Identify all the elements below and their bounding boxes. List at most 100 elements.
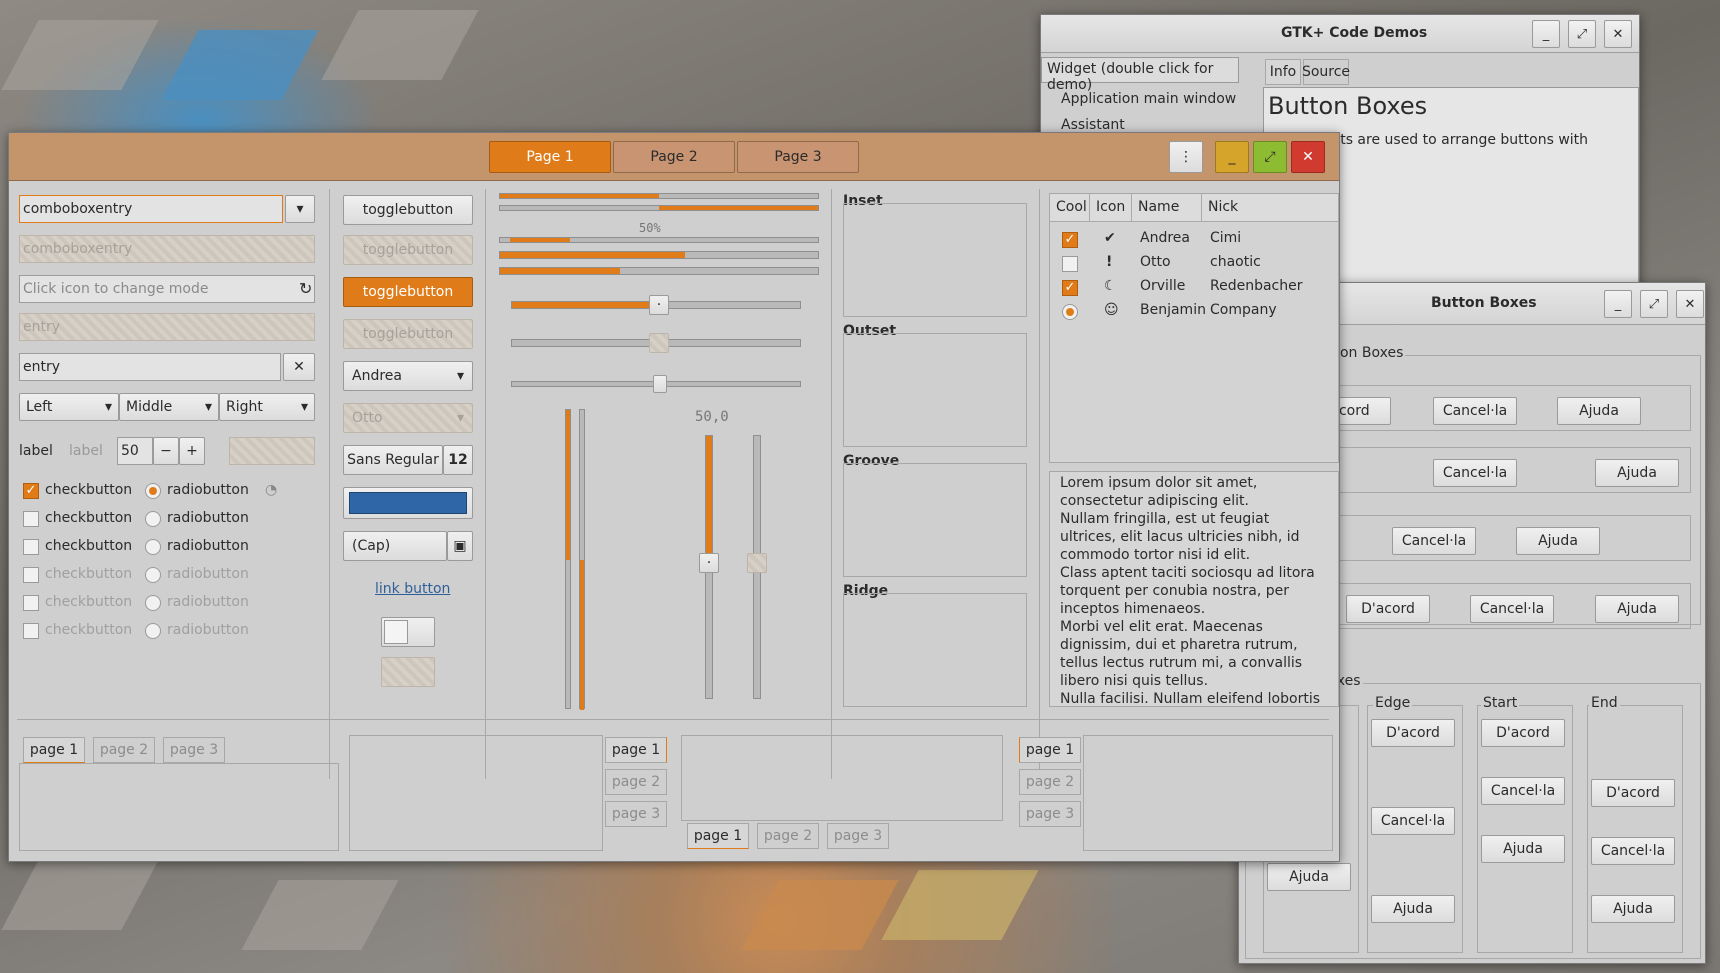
checkbox[interactable]: ✓	[1062, 232, 1078, 248]
notebook-tab[interactable]: page 3	[605, 801, 667, 827]
maximize-button[interactable]: ⤢	[1253, 141, 1287, 173]
checkbox[interactable]: ✓	[23, 483, 39, 499]
notebook-tab[interactable]: page 3	[1019, 801, 1081, 827]
text-view[interactable]: Lorem ipsum dolor sit amet, consectetur …	[1049, 471, 1339, 707]
minimize-button[interactable]: _	[1604, 290, 1632, 318]
toggle-button[interactable]: togglebutton	[343, 195, 473, 225]
refresh-icon[interactable]: ↻	[299, 279, 312, 298]
help-button[interactable]: Ajuda	[1371, 895, 1455, 923]
tab-info[interactable]: Info	[1265, 59, 1301, 85]
entry[interactable]: entry	[19, 353, 281, 381]
radio[interactable]	[145, 483, 161, 499]
cancel-button[interactable]: Cancel·la	[1392, 527, 1476, 555]
document-icon[interactable]: ▣	[447, 531, 473, 561]
scale-handle[interactable]	[653, 375, 667, 393]
list-item[interactable]: Assistant	[1061, 117, 1125, 133]
chevron-down-icon[interactable]: ▾	[285, 195, 315, 223]
combo-middle[interactable]: Middle ▾	[119, 393, 219, 421]
notebook-tab[interactable]: page 1	[23, 737, 85, 763]
checkbox[interactable]	[23, 539, 39, 555]
spin-value[interactable]: 50	[117, 437, 153, 465]
cancel-button[interactable]: Cancel·la	[1591, 837, 1675, 865]
tab-source[interactable]: Source	[1302, 59, 1350, 85]
progress-bar	[499, 237, 819, 243]
col-nick[interactable]: Nick	[1202, 194, 1338, 222]
ok-button[interactable]: D'acord	[1591, 779, 1675, 807]
font-button[interactable]: Sans Regular	[343, 445, 443, 475]
cancel-button[interactable]: Cancel·la	[1433, 459, 1517, 487]
notebook-tab[interactable]: page 3	[827, 823, 889, 849]
clear-icon[interactable]: ✕	[283, 353, 315, 381]
color-button[interactable]	[343, 487, 473, 519]
notebook-tab[interactable]: page 1	[605, 737, 667, 763]
close-button[interactable]: ✕	[1291, 141, 1325, 173]
help-button[interactable]: Ajuda	[1595, 459, 1679, 487]
tab-page-1[interactable]: Page 1	[489, 141, 611, 173]
checkbox[interactable]	[1062, 256, 1078, 272]
notebook-tab[interactable]: page 1	[1019, 737, 1081, 763]
cancel-button[interactable]: Cancel·la	[1433, 397, 1517, 425]
toggle-button-active[interactable]: togglebutton	[343, 277, 473, 307]
notebook-tab[interactable]: page 1	[687, 823, 749, 849]
label: label	[19, 443, 53, 459]
col-name[interactable]: Name	[1132, 194, 1202, 222]
help-button[interactable]: Ajuda	[1516, 527, 1600, 555]
radio	[145, 623, 161, 639]
close-button[interactable]: ✕	[1604, 20, 1632, 48]
link-button[interactable]: link button	[375, 581, 450, 597]
notebook-tab[interactable]: page 2	[1019, 769, 1081, 795]
font-size[interactable]: 12	[443, 445, 473, 475]
plus-icon[interactable]: +	[179, 437, 205, 465]
vertical-progress	[565, 409, 571, 709]
notebook-tab[interactable]: page 2	[93, 737, 155, 763]
scale-handle-disabled	[747, 553, 767, 573]
widget-column-header[interactable]: Widget (double click for demo)	[1041, 57, 1239, 93]
file-button[interactable]: (Cap)	[343, 531, 447, 561]
combobox-entry[interactable]: comboboxentry	[19, 195, 283, 223]
combo-andrea[interactable]: Andrea ▾	[343, 361, 473, 391]
notebook-page	[349, 735, 603, 851]
combo-right[interactable]: Right ▾	[219, 393, 315, 421]
cancel-button[interactable]: Cancel·la	[1481, 777, 1565, 805]
ok-button[interactable]: D'acord	[1346, 595, 1430, 623]
ok-button[interactable]: D'acord	[1481, 719, 1565, 747]
col-icon[interactable]: Icon	[1090, 194, 1132, 222]
scale-handle[interactable]: ·	[649, 295, 669, 315]
scale-handle[interactable]: ·	[699, 553, 719, 573]
help-button[interactable]: Ajuda	[1481, 835, 1565, 863]
minus-icon[interactable]: −	[153, 437, 179, 465]
help-button[interactable]: Ajuda	[1591, 895, 1675, 923]
minimize-button[interactable]: _	[1532, 20, 1560, 48]
menu-icon[interactable]: ⋮	[1169, 141, 1203, 173]
maximize-button[interactable]: ⤢	[1568, 20, 1596, 48]
combo-left[interactable]: Left ▾	[19, 393, 119, 421]
close-button[interactable]: ✕	[1676, 290, 1704, 318]
minimize-button[interactable]: _	[1215, 141, 1249, 173]
notebook-tab[interactable]: page 2	[605, 769, 667, 795]
switch[interactable]	[381, 617, 435, 647]
help-button[interactable]: Ajuda	[1557, 397, 1641, 425]
notebook-tab[interactable]: page 3	[163, 737, 225, 763]
help-button[interactable]: Ajuda	[1595, 595, 1679, 623]
ridge-frame	[843, 593, 1027, 707]
cancel-button[interactable]: Cancel·la	[1371, 807, 1455, 835]
widget-factory-window: Page 1 Page 2 Page 3 ⋮ _ ⤢ ✕ comboboxent…	[8, 132, 1340, 862]
radio[interactable]	[145, 511, 161, 527]
radio[interactable]	[145, 539, 161, 555]
help-button[interactable]: Ajuda	[1267, 863, 1351, 891]
entry-disabled: entry	[19, 313, 315, 341]
tab-page-3[interactable]: Page 3	[737, 141, 859, 173]
col-cool[interactable]: Cool	[1050, 194, 1090, 222]
radio[interactable]	[1062, 304, 1078, 320]
ok-button[interactable]: D'acord	[1371, 719, 1455, 747]
combobox-entry-disabled: comboboxentry	[19, 235, 315, 263]
tab-page-2[interactable]: Page 2	[613, 141, 735, 173]
checkbox[interactable]	[23, 511, 39, 527]
checkbox[interactable]: ✓	[1062, 280, 1078, 296]
cancel-button[interactable]: Cancel·la	[1470, 595, 1554, 623]
icon-mode-entry[interactable]: Click icon to change mode	[19, 275, 315, 303]
notebook-tab[interactable]: page 2	[757, 823, 819, 849]
maximize-button[interactable]: ⤢	[1640, 290, 1668, 318]
groove-frame	[843, 463, 1027, 577]
list-item[interactable]: Application main window	[1061, 91, 1236, 107]
